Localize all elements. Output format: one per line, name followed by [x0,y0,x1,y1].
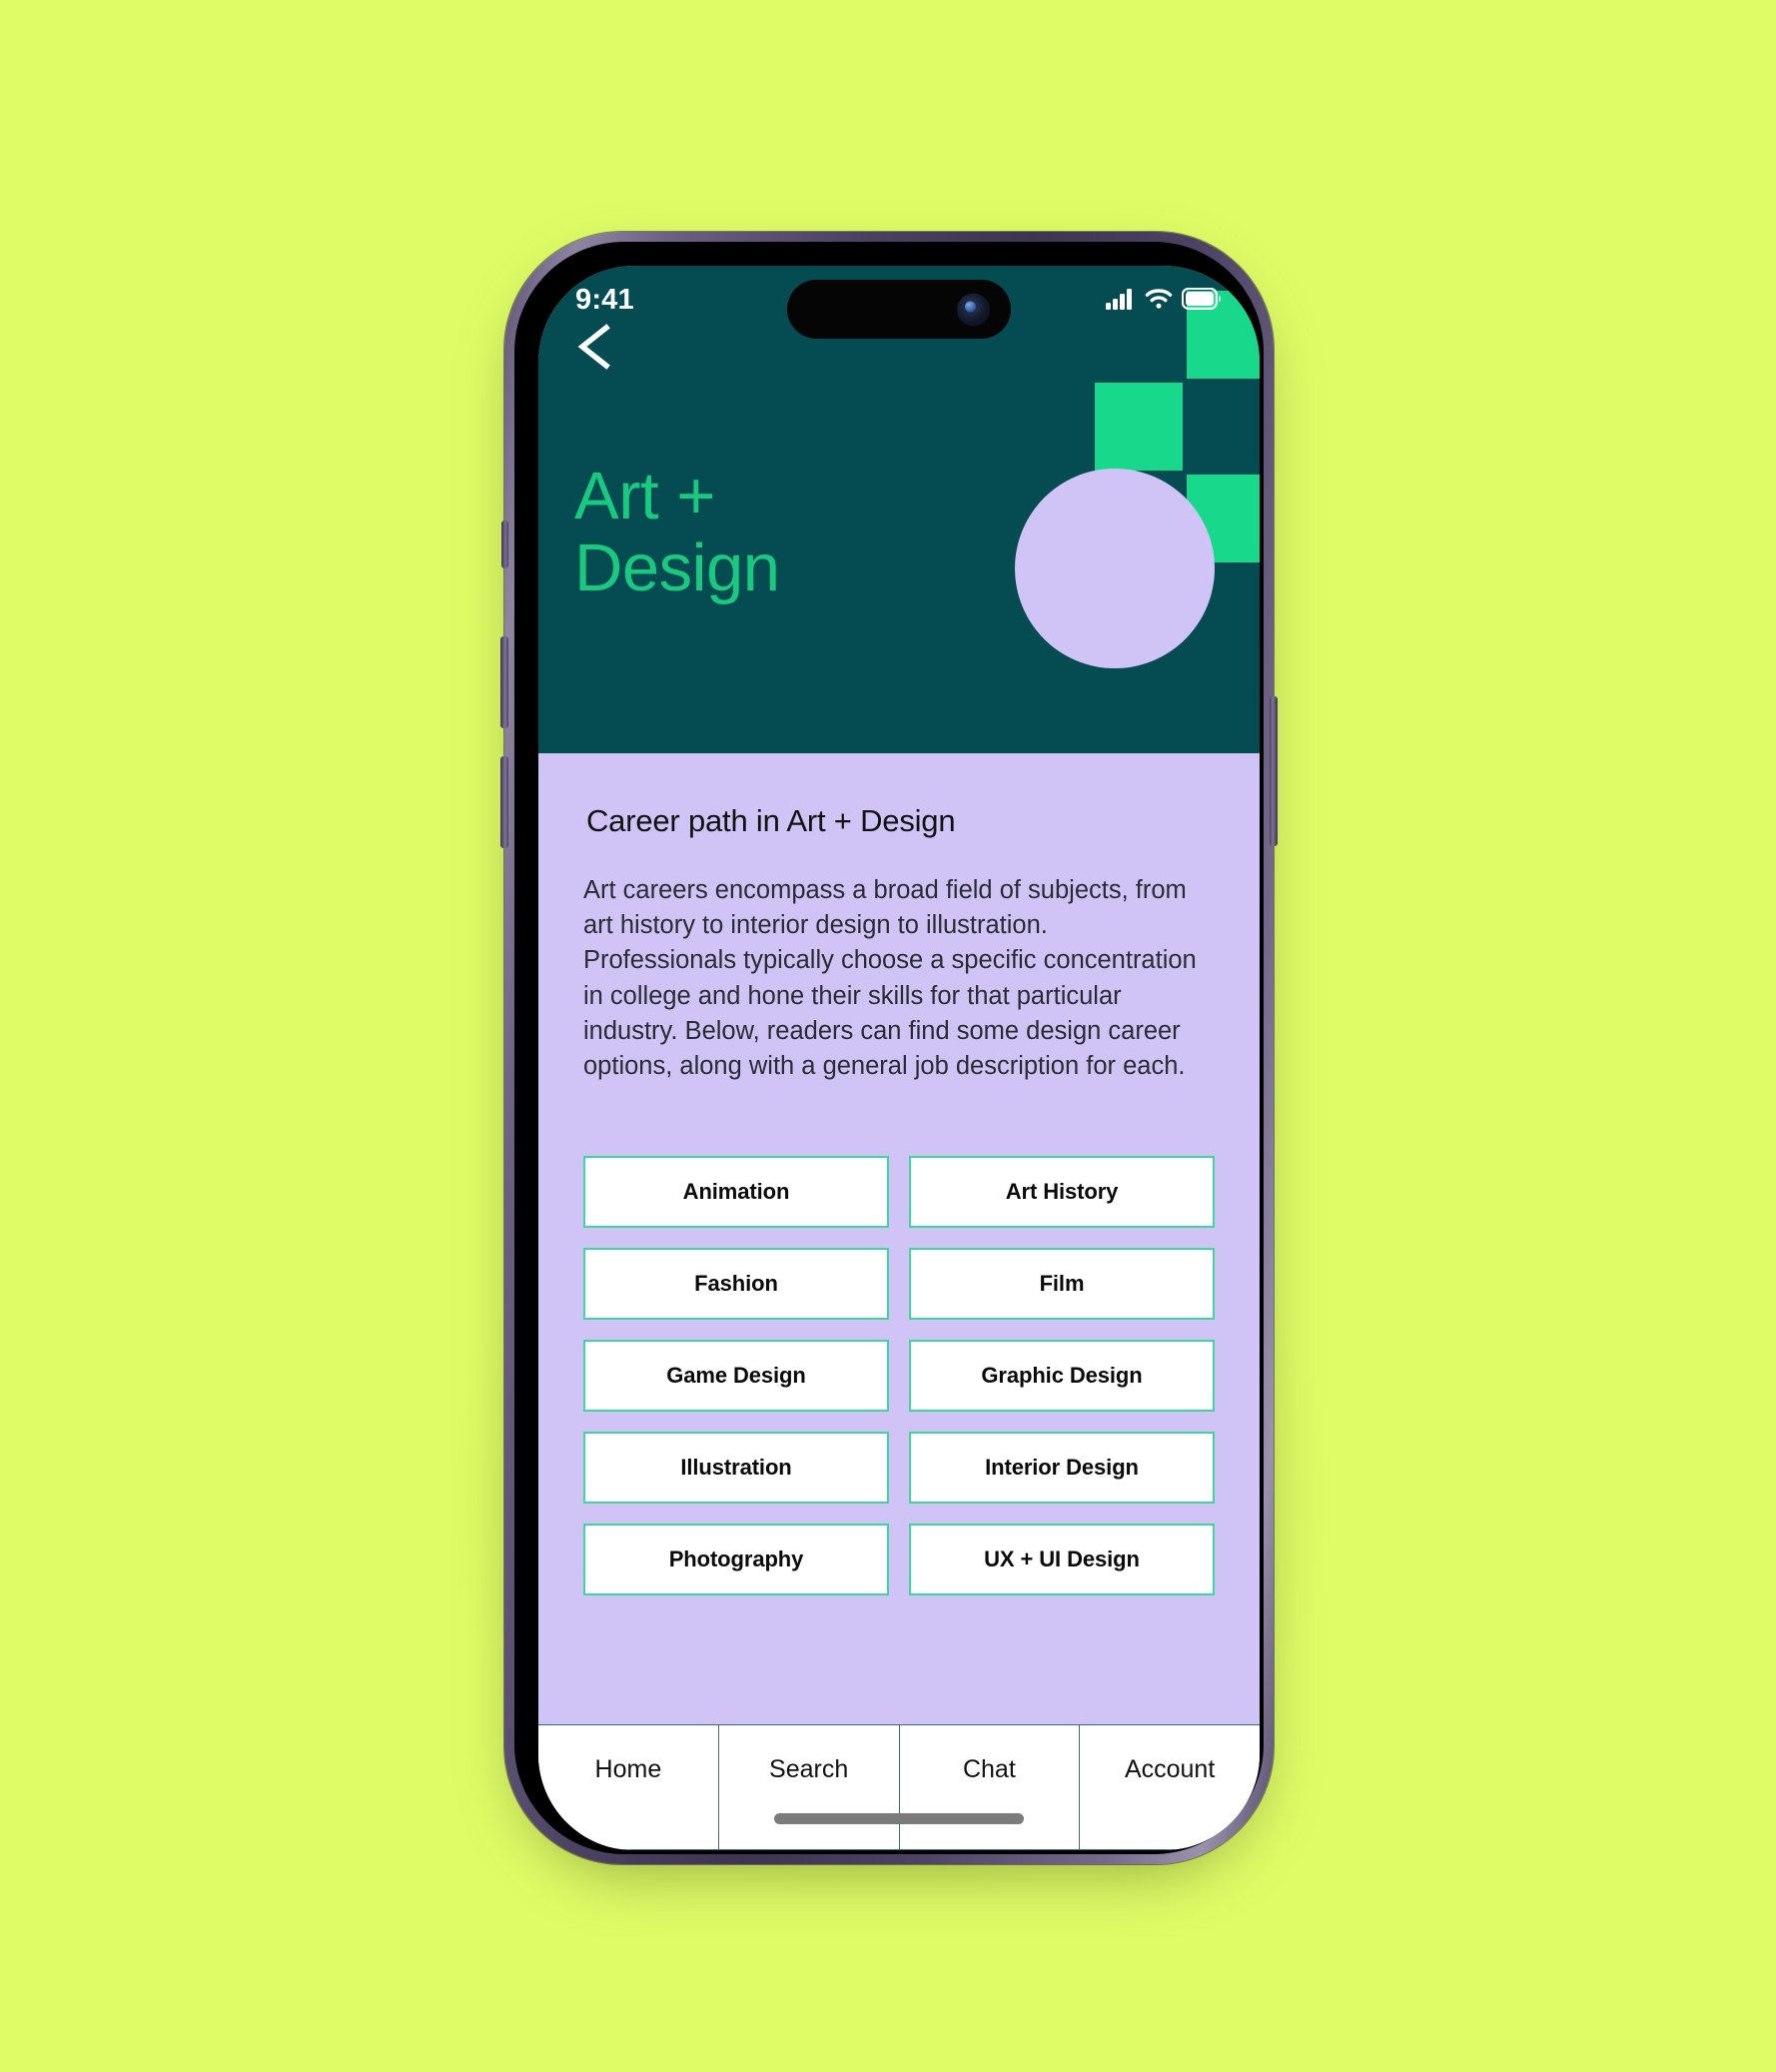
volume-up-button[interactable] [500,636,508,728]
home-indicator[interactable] [774,1813,1024,1824]
category-chip[interactable]: Fashion [583,1248,889,1320]
section-paragraph: Art careers encompass a broad field of s… [583,876,1197,1080]
tab-search[interactable]: Search [718,1725,900,1850]
category-chip[interactable]: Interior Design [909,1432,1215,1504]
tab-chat[interactable]: Chat [899,1725,1081,1850]
page-title: Art + Design [574,461,780,603]
page-title-line-1: Art + [574,459,715,533]
volume-down-button[interactable] [500,756,508,848]
category-chip[interactable]: Game Design [583,1340,889,1412]
tab-home[interactable]: Home [538,1725,719,1850]
phone-bezel: Art + Design 9:41 Career path in Art + D… [514,242,1264,1854]
cellular-signal-icon [1106,288,1136,315]
decor-circle [1015,469,1215,668]
bottom-tab-bar: Home Search Chat Account [538,1724,1260,1850]
dynamic-island [787,280,1011,339]
category-chip[interactable]: UX + UI Design [909,1524,1215,1595]
category-chip[interactable]: Graphic Design [909,1340,1215,1412]
section-heading: Career path in Art + Design [586,803,956,838]
wifi-icon [1145,288,1173,315]
category-chip[interactable]: Art History [909,1156,1215,1228]
tab-account[interactable]: Account [1080,1725,1260,1850]
category-grid: Animation Art History Fashion Film Game Desi… [583,1156,1215,1595]
status-icons [1106,287,1222,315]
category-chip[interactable]: Illustration [583,1432,889,1504]
phone-screen: Art + Design 9:41 Career path in Art + D… [538,266,1260,1850]
status-bar: 9:41 [538,266,1260,339]
mute-switch-button[interactable] [501,520,508,568]
hero-banner: Art + Design [538,266,1260,753]
battery-icon [1181,287,1222,315]
content-area: Career path in Art + Design Art careers … [538,753,1260,1850]
phone-frame: Art + Design 9:41 Career path in Art + D… [500,232,1278,1864]
category-chip[interactable]: Animation [583,1156,889,1228]
status-time: 9:41 [575,284,634,316]
phone-mockup: Art + Design 9:41 Career path in Art + D… [500,232,1278,1874]
category-chip[interactable]: Photography [583,1524,889,1595]
front-camera-icon [957,293,990,326]
power-button[interactable] [1270,696,1278,846]
page-title-line-2: Design [574,529,780,605]
decor-square-middle [1095,383,1183,471]
category-chip[interactable]: Film [909,1248,1215,1320]
